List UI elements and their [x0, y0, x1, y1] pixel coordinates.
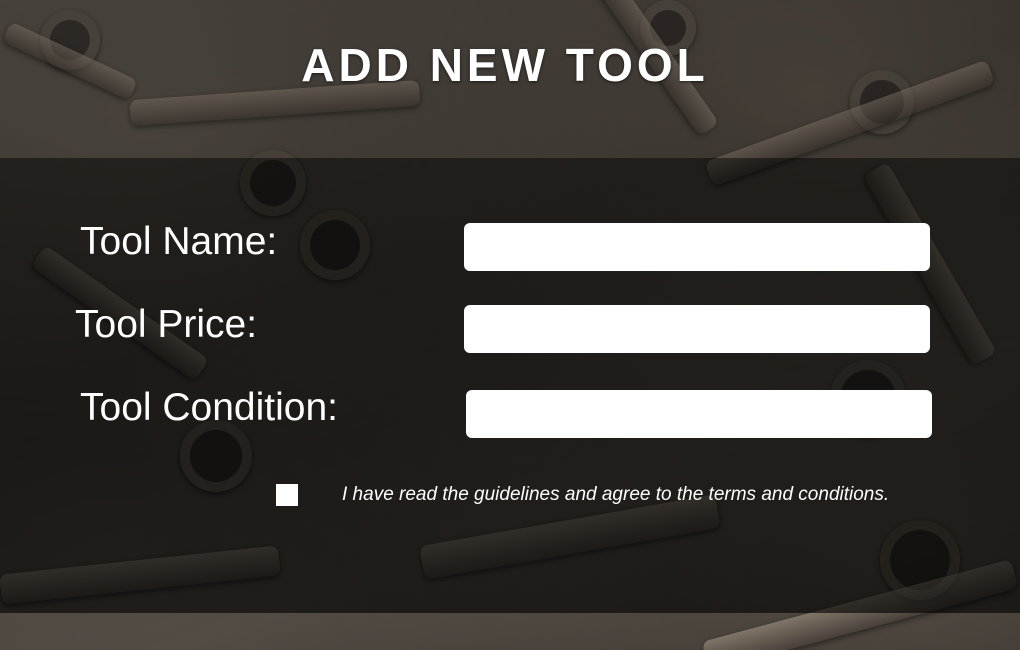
tool-name-label: Tool Name:: [80, 220, 278, 263]
tool-condition-label: Tool Condition:: [80, 386, 338, 429]
terms-text: I have read the guidelines and agree to …: [342, 484, 890, 505]
page-title: ADD NEW TOOL: [301, 39, 709, 91]
tool-price-input[interactable]: [464, 305, 930, 353]
tool-condition-input[interactable]: [466, 390, 932, 438]
tool-name-input[interactable]: [464, 223, 930, 271]
tool-price-label: Tool Price:: [75, 303, 258, 346]
terms-checkbox[interactable]: [276, 484, 298, 506]
